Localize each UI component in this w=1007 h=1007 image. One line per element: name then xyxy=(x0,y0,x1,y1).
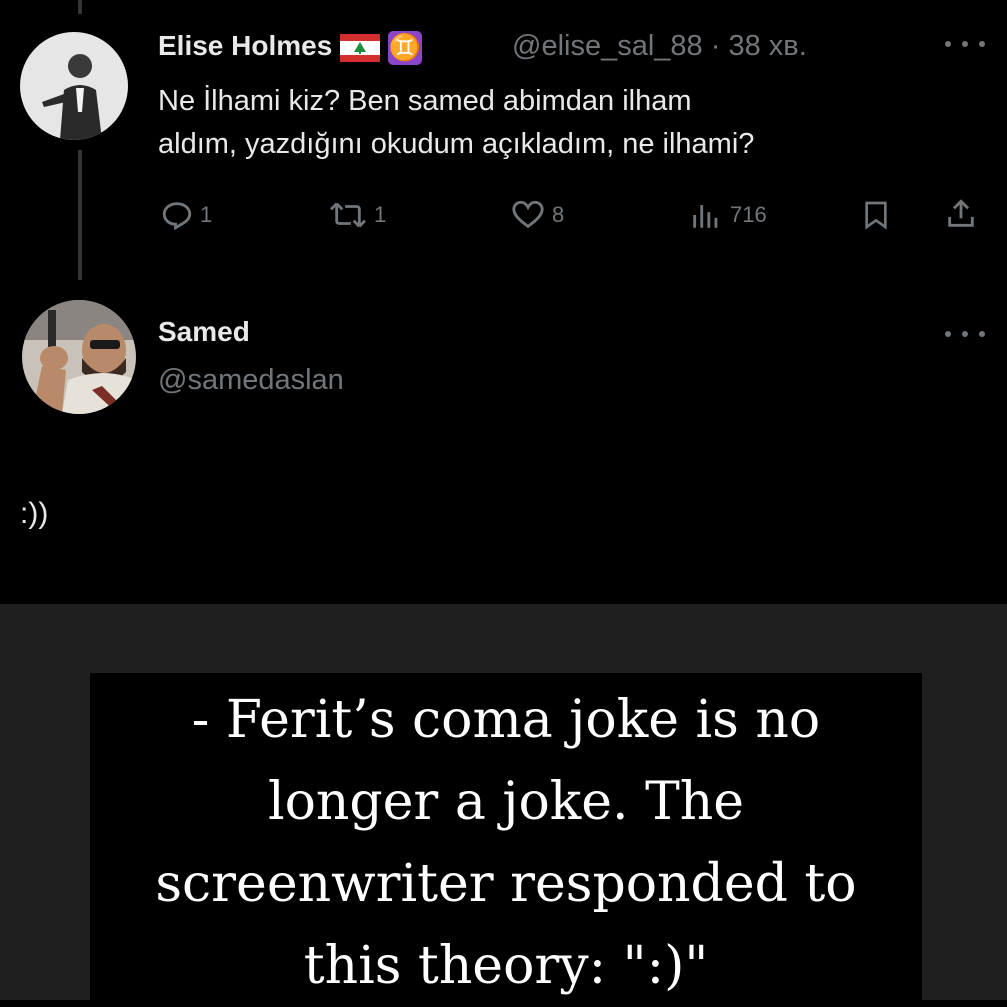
author-name-text: Elise Holmes xyxy=(158,30,333,61)
lebanon-flag-icon xyxy=(340,33,381,62)
tweet-text: Ne İlhami kiz? Ben samed abimdan ilham a… xyxy=(158,80,978,166)
reply-count: 1 xyxy=(200,202,213,227)
author-name[interactable]: Elise Holmes ♊ xyxy=(158,30,422,65)
tweet-text-samed: :)) xyxy=(20,497,49,530)
thread-line-top xyxy=(78,0,82,14)
more-dot-icon xyxy=(962,41,968,47)
tweet-text-line1: Ne İlhami kiz? Ben samed abimdan ilham xyxy=(158,85,692,117)
more-dot-icon xyxy=(962,331,968,337)
views-icon xyxy=(693,205,718,228)
views-button[interactable]: 716 xyxy=(688,198,767,232)
reply-button[interactable]: 1 xyxy=(160,198,212,232)
retweet-count: 1 xyxy=(374,202,387,227)
more-dot-icon xyxy=(979,331,985,337)
share-button[interactable] xyxy=(944,196,978,232)
retweet-icon xyxy=(329,202,367,228)
tweet-screenshot: Elise Holmes ♊ @elise_sal_88 · 38 хв. Ne… xyxy=(0,0,1007,604)
share-icon xyxy=(948,199,974,227)
handle-time: @elise_sal_88 · 38 хв. xyxy=(512,30,807,63)
thread-line xyxy=(78,150,82,280)
more-options-button[interactable] xyxy=(945,34,985,54)
bookmark-icon xyxy=(865,201,887,230)
like-button[interactable]: 8 xyxy=(510,198,564,232)
more-dot-icon xyxy=(979,41,985,47)
reply-icon xyxy=(162,202,192,231)
bookmark-button[interactable] xyxy=(860,198,892,232)
more-dot-icon xyxy=(945,331,951,337)
like-count: 8 xyxy=(552,202,565,227)
more-dot-icon xyxy=(945,41,951,47)
caption-box: - Ferit’s coma joke is no longer a joke.… xyxy=(90,673,922,1000)
heart-icon xyxy=(512,200,544,229)
author-name-samed[interactable]: Samed xyxy=(158,316,250,348)
more-options-button[interactable] xyxy=(945,324,985,344)
separator: · xyxy=(710,30,721,62)
avatar-samed[interactable] xyxy=(22,300,136,414)
retweet-button[interactable]: 1 xyxy=(328,198,386,232)
tweet-text-line2: aldım, yazdığını okudum açıkladım, ne il… xyxy=(158,128,755,160)
views-count: 716 xyxy=(730,202,767,227)
caption-line: this theory: ":)" xyxy=(303,936,709,996)
avatar-elise[interactable] xyxy=(20,32,128,140)
timestamp[interactable]: 38 хв. xyxy=(728,30,806,62)
caption-line: - Ferit’s coma joke is no xyxy=(191,690,821,750)
caption-line: longer a joke. The xyxy=(267,772,745,832)
caption-line: screenwriter responded to xyxy=(155,854,857,914)
gemini-zodiac-icon: ♊ xyxy=(387,30,422,65)
author-handle[interactable]: @elise_sal_88 xyxy=(512,30,703,62)
author-handle-samed[interactable]: @samedaslan xyxy=(158,364,344,397)
